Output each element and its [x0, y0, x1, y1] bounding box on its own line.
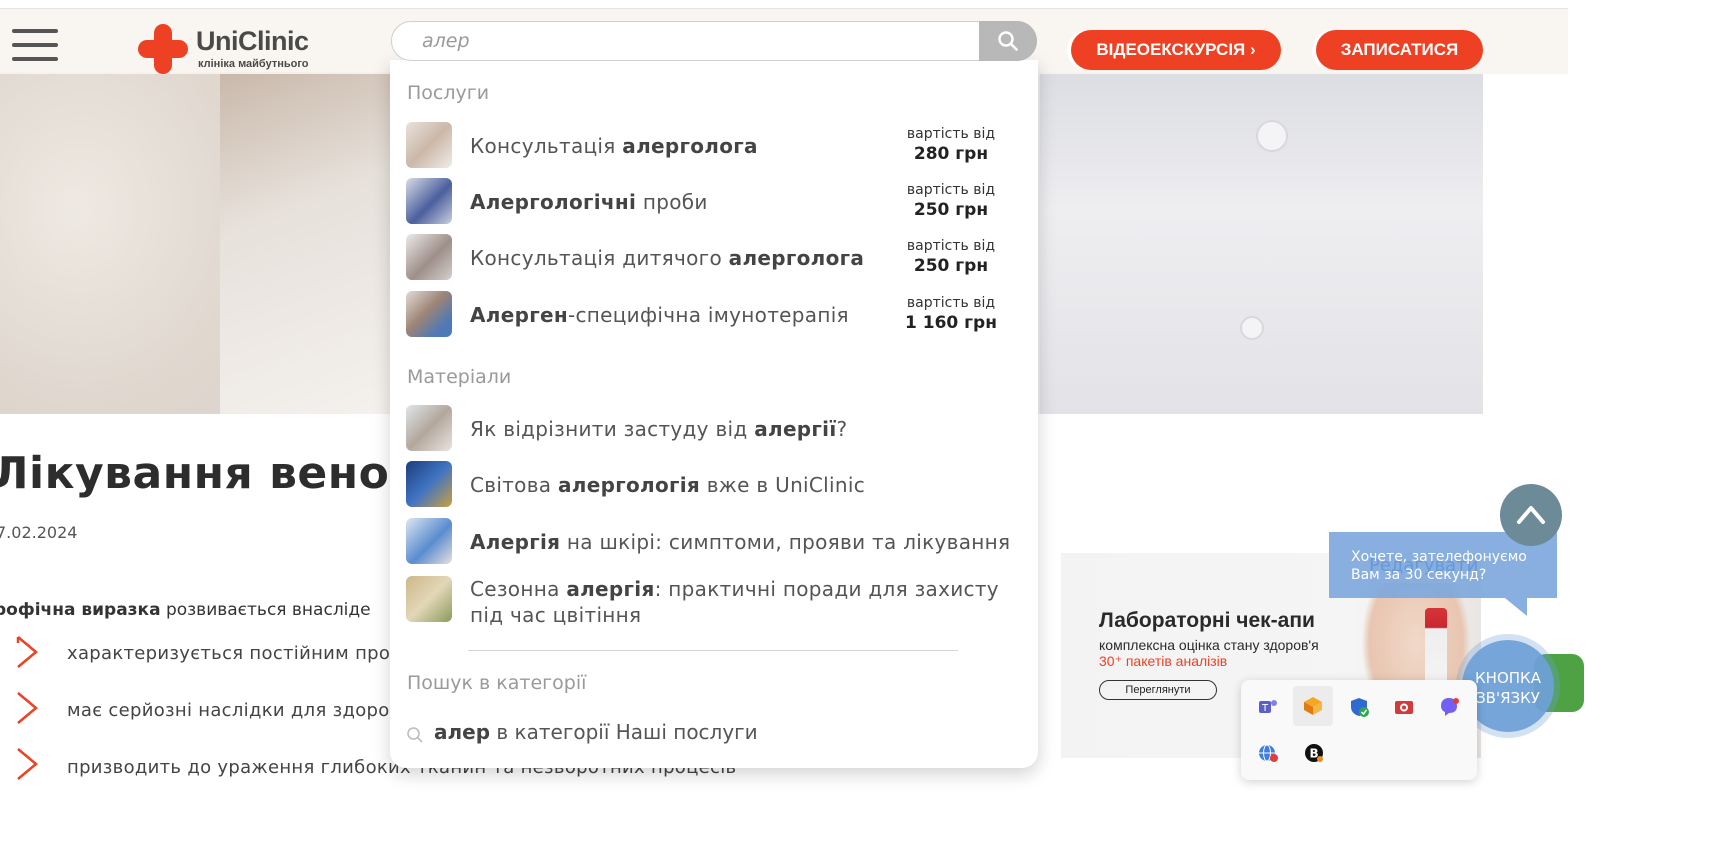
bullet-text: має серйозні наслідки для здоро [67, 700, 390, 721]
chevron-right-icon [16, 636, 38, 668]
service-price: вартість від 250 грн [906, 238, 996, 276]
service-price: вартість від 280 грн [906, 126, 996, 164]
service-thumbnail [406, 122, 452, 168]
service-price: вартість від 250 грн [906, 182, 996, 220]
service-thumbnail [406, 178, 452, 224]
chevron-right-icon [17, 692, 38, 724]
video-tour-button[interactable]: ВІДЕОЕКСКУРСІЯ › [1071, 30, 1281, 70]
material-thumbnail [406, 461, 452, 507]
logo-tagline: клініка майбутнього [198, 58, 309, 70]
search-icon [998, 31, 1018, 51]
suggestion-material[interactable]: Сезонна алергія: практичні поради для за… [406, 576, 1028, 630]
search-button[interactable] [979, 21, 1037, 61]
search-input[interactable] [422, 30, 942, 52]
article-date: 7.02.2024 [0, 523, 78, 542]
article-intro: рофічна виразка розвивається внасліде [0, 600, 371, 620]
viber-icon[interactable] [1436, 694, 1462, 720]
logo-name: UniClinic [196, 26, 309, 56]
suggestion-service[interactable]: Консультація дитячого алерголога вартіст… [406, 234, 1028, 284]
material-thumbnail [406, 405, 452, 451]
site-logo[interactable]: UniClinic клініка майбутнього [138, 24, 328, 78]
banner-subtitle: комплексна оцінка стану здоров'я [1099, 637, 1319, 653]
search-icon [407, 727, 423, 743]
book-appointment-button[interactable]: ЗАПИСАТИСЯ [1316, 30, 1483, 70]
search-bar [391, 21, 1037, 61]
suggestion-material[interactable]: Як відрізнити застуду від алергії? [406, 405, 1028, 455]
orange-cube-icon[interactable] [1293, 686, 1333, 726]
article-title: Лікування веноз [0, 448, 416, 499]
section-materials-title: Матеріали [407, 366, 512, 388]
suggestion-service[interactable]: Алерген-специфічна імунотерапія вартість… [406, 291, 1028, 341]
service-price: вартість від 1 160 грн [905, 295, 997, 333]
search-suggestions: Послуги Консультація алерголога вартість… [390, 60, 1038, 768]
scroll-to-top-button[interactable] [1500, 484, 1562, 546]
banner-title: Лабораторні чек-апи [1099, 609, 1315, 632]
logo-cross-icon [138, 24, 188, 74]
material-thumbnail [406, 518, 452, 564]
vpn-globe-icon[interactable] [1255, 740, 1281, 766]
system-tray-overflow: T B [1241, 680, 1477, 780]
suggestion-service[interactable]: Алергологічні проби вартість від 250 грн [406, 178, 1028, 228]
section-category-title: Пошук в категорії [407, 672, 587, 694]
section-services-title: Послуги [407, 82, 490, 104]
menu-icon[interactable] [12, 29, 58, 67]
suggestion-service[interactable]: Консультація алерголога вартість від 280 … [406, 122, 1028, 172]
service-thumbnail [406, 291, 452, 337]
banner-count: 30⁺ пакетів аналізів [1099, 653, 1228, 669]
teams-icon[interactable]: T [1255, 694, 1281, 720]
bitcoin-icon[interactable]: B [1301, 740, 1327, 766]
suggestion-material[interactable]: Світова алергологія вже в UniClinic [406, 461, 1028, 511]
bullet-text: характеризується постійним про [67, 643, 391, 664]
divider [468, 650, 958, 651]
shield-check-icon[interactable] [1346, 694, 1372, 720]
svg-text:T: T [1261, 703, 1269, 714]
chevron-up-icon [1517, 506, 1545, 524]
camera-icon[interactable] [1391, 694, 1417, 720]
banner-view-button[interactable]: Переглянути [1099, 680, 1217, 700]
suggestion-material[interactable]: Алергія на шкірі: симптоми, прояви та лі… [406, 518, 1028, 568]
chevron-right-icon [17, 748, 38, 780]
material-thumbnail [406, 576, 452, 622]
callback-tooltip-text: Хочете, зателефонуємо Вам за 30 секунд? [1351, 549, 1527, 583]
service-thumbnail [406, 234, 452, 280]
search-in-category[interactable]: алер в категорії Наші послуги [406, 718, 826, 746]
